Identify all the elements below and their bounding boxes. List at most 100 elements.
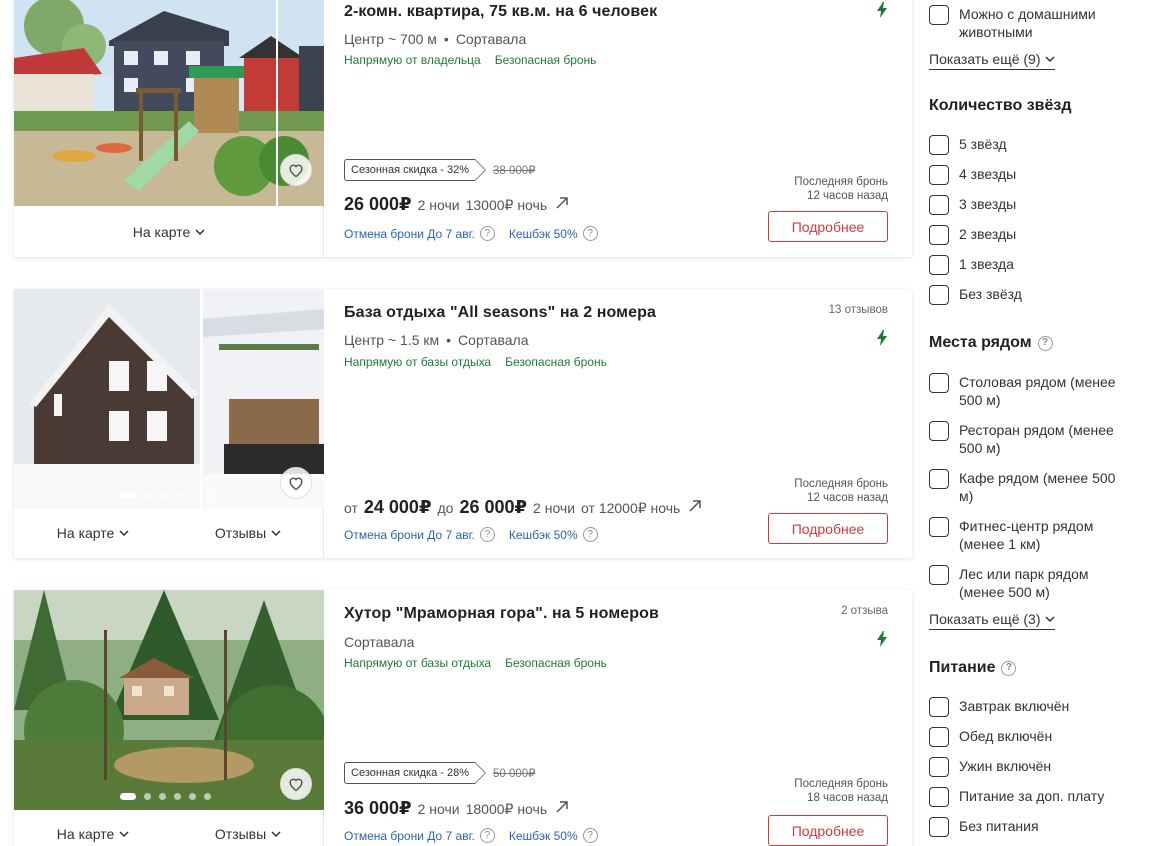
listing-location: Центр ~ 700 м • Сортавала [344,31,527,47]
help-icon[interactable]: ? [582,527,598,542]
help-icon[interactable]: ? [1037,335,1053,351]
arrow-up-right-icon [556,197,568,209]
checkbox[interactable] [929,817,949,837]
arrow-up-right-icon [689,500,702,512]
filter-nearby-cafe[interactable]: Кафе рядом (менее 500 м) [929,469,1129,505]
listing-info: 2-комн. квартира, 75 кв.м. на 6 человек … [344,0,888,257]
listing-photo[interactable] [14,0,324,206]
checkbox[interactable] [929,565,949,585]
listing-photo[interactable] [14,590,324,810]
price-per-night: 18000₽ ночь [465,801,548,817]
food-section-title: Питание? [929,659,1017,677]
old-price: 38 000₽ [492,165,536,177]
checkbox[interactable] [929,165,949,185]
show-on-map-link[interactable]: На карте [133,224,206,240]
listing-photo-column: На карте Отзывы [14,289,324,558]
cashback-info[interactable]: Кешбэк 50%? [509,226,598,241]
details-button[interactable]: Подробнее [768,211,888,242]
chevron-down-icon [1044,616,1055,622]
show-on-map-link[interactable]: На карте [57,826,130,842]
help-icon[interactable]: ? [1001,660,1017,676]
reviews-link[interactable]: Отзывы [215,525,281,541]
last-booking-info: Последняя бронь 18 часов назад [794,778,888,804]
nights-count: 2 ночи [417,801,460,817]
filter-dinner[interactable]: Ужин включён [929,757,1129,777]
filter-no-stars[interactable]: Без звёзд [929,285,1129,305]
checkbox[interactable] [929,285,949,305]
filter-stars-5[interactable]: 5 звёзд [929,135,1129,155]
old-price: 50 000₽ [492,768,536,780]
filter-stars-2[interactable]: 2 звезды [929,225,1129,245]
filter-pets[interactable]: Можно с домашними животными [929,5,1129,41]
filter-food-paid[interactable]: Питание за доп. плату [929,787,1129,807]
listing-photo[interactable] [14,289,324,509]
reviews-link[interactable]: Отзывы [215,826,281,842]
arrow-up-right-icon [556,801,568,813]
cashback-info[interactable]: Кешбэк 50%? [509,828,598,843]
chevron-down-icon [119,530,129,536]
listing-card: На карте Отзывы Хутор "Мраморная гора". … [14,590,912,846]
help-icon[interactable]: ? [479,527,495,542]
price-from: 24 000₽ [363,497,432,517]
reviews-count[interactable]: 13 отзывов [829,304,888,316]
help-icon[interactable]: ? [582,226,598,241]
filter-nearby-canteen[interactable]: Столовая рядом (менее 500 м) [929,373,1129,409]
checkbox[interactable] [929,373,949,393]
chevron-down-icon [1044,56,1055,62]
favorite-heart-button[interactable] [280,154,312,186]
show-more-button[interactable]: Показать ещё (3) [929,611,1055,630]
checkbox[interactable] [929,469,949,489]
checkbox[interactable] [929,225,949,245]
help-icon[interactable]: ? [479,828,495,843]
reviews-count[interactable]: 2 отзыва [841,605,888,617]
safe-booking-badge: Безопасная бронь [505,656,607,670]
show-more-button[interactable]: Показать ещё (9) [929,51,1055,70]
favorite-heart-button[interactable] [280,467,312,499]
chevron-down-icon [195,229,205,235]
checkbox[interactable] [929,787,949,807]
checkbox[interactable] [929,421,949,441]
filter-stars-4[interactable]: 4 звезды [929,165,1129,185]
checkbox[interactable] [929,517,949,537]
checkbox[interactable] [929,727,949,747]
listing-title[interactable]: Хутор "Мраморная гора". на 5 номеров [344,605,659,623]
listing-location: Сортавала [344,634,415,650]
cancellation-policy[interactable]: Отмена брони До 7 авг.? [344,527,495,542]
cancellation-policy[interactable]: Отмена брони До 7 авг.? [344,226,495,241]
filter-no-food[interactable]: Без питания [929,817,1129,837]
favorite-heart-button[interactable] [280,768,312,800]
checkbox[interactable] [929,195,949,215]
details-button[interactable]: Подробнее [768,513,888,544]
filter-nearby-restaurant[interactable]: Ресторан рядом (менее 500 м) [929,421,1129,457]
last-booking-info: Последняя бронь 12 часов назад [794,176,888,202]
listing-title[interactable]: 2-комн. квартира, 75 кв.м. на 6 человек [344,3,657,21]
checkbox[interactable] [929,135,949,155]
instant-booking-icon [877,2,887,18]
checkbox[interactable] [929,697,949,717]
direct-owner-badge: Напрямую от базы отдыха [344,656,492,670]
heart-icon [289,164,303,178]
safe-booking-badge: Безопасная бронь [505,355,607,369]
help-icon[interactable]: ? [582,828,598,843]
filter-lunch[interactable]: Обед включён [929,727,1129,747]
filter-stars-1[interactable]: 1 звезда [929,255,1129,275]
checkbox[interactable] [929,5,949,25]
seasonal-discount-tag: Сезонная скидка - 28% [344,762,486,784]
cancellation-policy[interactable]: Отмена брони До 7 авг.? [344,828,495,843]
last-booking-info: Последняя бронь 12 часов назад [794,478,888,504]
show-on-map-link[interactable]: На карте [57,525,130,541]
filter-breakfast[interactable]: Завтрак включён [929,697,1129,717]
filter-nearby-fitness[interactable]: Фитнес-центр рядом (менее 1 км) [929,517,1129,553]
price-to-label: до [437,500,454,516]
help-icon[interactable]: ? [479,226,495,241]
listing-title[interactable]: База отдыха "All seasons" на 2 номера [344,304,656,322]
checkbox[interactable] [929,255,949,275]
details-button[interactable]: Подробнее [768,815,888,846]
listing-location: Центр ~ 1.5 км • Сортавала [344,332,529,348]
checkbox[interactable] [929,757,949,777]
filter-stars-3[interactable]: 3 звезды [929,195,1129,215]
listing-info: Хутор "Мраморная гора". на 5 номеров 2 о… [344,590,888,846]
listing-info: База отдыха "All seasons" на 2 номера 13… [344,289,888,558]
cashback-info[interactable]: Кешбэк 50%? [509,527,598,542]
filter-nearby-forest[interactable]: Лес или парк рядом (менее 500 м) [929,565,1129,601]
